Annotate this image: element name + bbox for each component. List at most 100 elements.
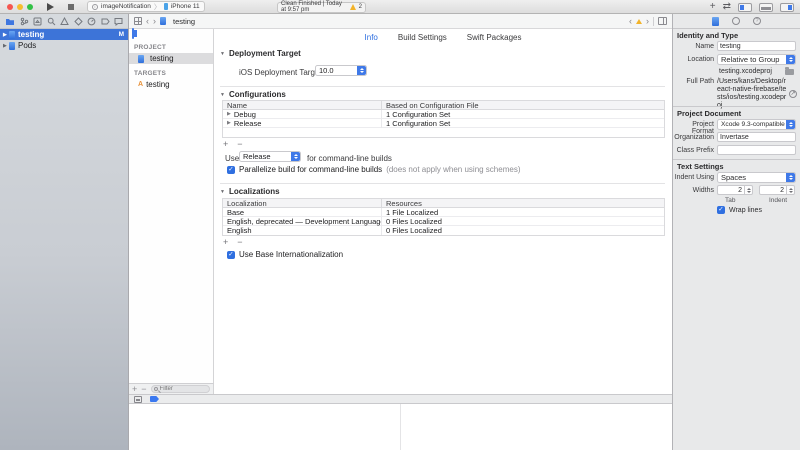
toggle-inspector-button[interactable] bbox=[780, 3, 794, 12]
hide-project-list-icon[interactable] bbox=[132, 28, 134, 39]
wrap-lines-label: Wrap lines bbox=[729, 207, 762, 214]
parallelize-checkbox[interactable]: ✓ bbox=[227, 166, 235, 174]
editor-options-icon[interactable]: ⇄ bbox=[723, 2, 731, 12]
toggle-debug-area-button[interactable] bbox=[759, 3, 773, 12]
zoom-window-button[interactable] bbox=[27, 4, 33, 10]
dropdown-button[interactable] bbox=[357, 66, 366, 75]
collapse-icon[interactable]: ▼ bbox=[220, 51, 225, 57]
localization-resources: 1 File Localized bbox=[381, 208, 664, 217]
filter-field[interactable] bbox=[151, 385, 210, 393]
default-configuration-popup[interactable]: Release bbox=[239, 151, 301, 162]
add-button[interactable]: + bbox=[132, 385, 137, 394]
class-prefix-field[interactable] bbox=[717, 145, 796, 155]
table-row[interactable]: English, deprecated — Development Langua… bbox=[223, 217, 664, 226]
target-item[interactable]: A testing bbox=[129, 79, 213, 90]
organization-field[interactable] bbox=[717, 132, 796, 142]
run-button[interactable] bbox=[47, 3, 54, 11]
jump-bar: ‹ › testing ‹ › bbox=[129, 14, 672, 29]
forward-icon[interactable]: › bbox=[153, 16, 156, 26]
source-control-icon[interactable] bbox=[20, 17, 29, 26]
sidebar-item-testing[interactable]: ▶ testing M bbox=[0, 29, 128, 40]
warning-count[interactable]: 2 bbox=[359, 4, 362, 10]
debug-navigator-icon[interactable] bbox=[87, 17, 96, 26]
prev-issue-icon[interactable]: ‹ bbox=[629, 16, 632, 26]
filter-input[interactable] bbox=[160, 386, 207, 392]
debug-area bbox=[129, 404, 672, 450]
scheme-name[interactable]: imageNotification bbox=[101, 3, 151, 10]
dropdown-button[interactable] bbox=[786, 120, 795, 129]
tab-build-settings[interactable]: Build Settings bbox=[398, 33, 447, 42]
indent-using-value: Spaces bbox=[718, 173, 786, 182]
minimize-window-button[interactable] bbox=[17, 4, 23, 10]
collapse-icon[interactable]: ▼ bbox=[220, 92, 225, 98]
library-button[interactable]: + bbox=[710, 2, 716, 12]
breakpoints-toggle-icon[interactable] bbox=[150, 396, 159, 402]
collapse-icon[interactable]: ▼ bbox=[220, 189, 225, 195]
table-row[interactable]: English 0 Files Localized bbox=[223, 226, 664, 235]
stepper-buttons[interactable] bbox=[787, 185, 795, 195]
project-navigator-icon[interactable] bbox=[5, 17, 15, 26]
tab-width-stepper[interactable]: 2 bbox=[717, 185, 753, 195]
location-popup[interactable]: Relative to Group bbox=[717, 54, 796, 65]
section-deployment-target[interactable]: ▼ Deployment Target bbox=[220, 49, 301, 58]
hide-debug-area-icon[interactable] bbox=[134, 396, 142, 403]
tab-info[interactable]: Info bbox=[365, 33, 378, 42]
folder-icon[interactable] bbox=[785, 69, 794, 75]
table-row[interactable]: ▶ Release 1 Configuration Set bbox=[223, 119, 664, 128]
issue-navigator-icon[interactable] bbox=[60, 17, 69, 26]
add-button[interactable]: + bbox=[223, 237, 228, 247]
section-localizations[interactable]: ▼ Localizations bbox=[220, 187, 280, 196]
modified-badge: M bbox=[119, 31, 124, 38]
stop-button[interactable] bbox=[68, 4, 74, 10]
dropdown-button[interactable] bbox=[786, 55, 795, 64]
remove-button[interactable]: − bbox=[237, 139, 242, 149]
next-issue-icon[interactable]: › bbox=[646, 16, 649, 26]
section-configurations[interactable]: ▼ Configurations bbox=[220, 90, 286, 99]
issue-warning-icon[interactable] bbox=[636, 19, 642, 24]
stepper-buttons[interactable] bbox=[745, 185, 753, 195]
col-resources: Resources bbox=[381, 199, 664, 208]
indent-width-stepper[interactable]: 2 bbox=[759, 185, 795, 195]
tab-swift-packages[interactable]: Swift Packages bbox=[467, 33, 522, 42]
dropdown-button[interactable] bbox=[291, 152, 300, 161]
back-icon[interactable]: ‹ bbox=[146, 16, 149, 26]
remove-button[interactable]: − bbox=[141, 385, 146, 394]
toggle-navigator-button[interactable] bbox=[738, 3, 752, 12]
toolbar: i imageNotification 〉 iPhone 11 Clean Fi… bbox=[0, 0, 800, 14]
identity-section-title: Identity and Type bbox=[677, 31, 738, 40]
chevron-right-icon: 〉 bbox=[154, 2, 161, 12]
jump-bar-file[interactable]: testing bbox=[173, 17, 195, 26]
symbol-navigator-icon[interactable] bbox=[33, 17, 42, 26]
breakpoint-navigator-icon[interactable] bbox=[101, 17, 110, 26]
config-file: 1 Configuration Set bbox=[381, 119, 664, 128]
history-inspector-icon[interactable] bbox=[732, 17, 740, 25]
disclosure-icon[interactable]: ▶ bbox=[227, 120, 231, 126]
quick-help-icon[interactable]: ? bbox=[753, 17, 761, 25]
project-item[interactable]: testing bbox=[129, 53, 213, 64]
open-path-arrow-icon[interactable]: ↗ bbox=[789, 90, 797, 98]
deployment-target-combo[interactable]: 10.0 bbox=[315, 65, 367, 76]
disclosure-icon[interactable]: ▶ bbox=[227, 111, 231, 117]
base-internationalization-checkbox[interactable]: ✓ bbox=[227, 251, 235, 259]
wrap-lines-checkbox[interactable]: ✓ bbox=[717, 206, 725, 214]
add-editor-icon[interactable] bbox=[658, 17, 667, 25]
debug-area-divider[interactable] bbox=[400, 404, 401, 450]
project-format-value: Xcode 9.3-compatible bbox=[718, 121, 786, 128]
warning-icon[interactable] bbox=[350, 4, 356, 10]
scheme-selector[interactable]: i imageNotification 〉 iPhone 11 bbox=[87, 1, 205, 12]
indent-using-popup[interactable]: Spaces bbox=[717, 172, 796, 183]
file-inspector-icon[interactable] bbox=[712, 17, 719, 26]
name-field[interactable] bbox=[717, 41, 796, 51]
project-format-popup[interactable]: Xcode 9.3-compatible bbox=[717, 119, 796, 130]
close-window-button[interactable] bbox=[7, 4, 13, 10]
test-navigator-icon[interactable] bbox=[74, 17, 83, 26]
remove-button[interactable]: − bbox=[237, 237, 242, 247]
related-items-icon[interactable] bbox=[134, 17, 142, 25]
dropdown-button[interactable] bbox=[786, 173, 795, 182]
indent-using-label: Indent Using bbox=[673, 174, 714, 181]
destination-name[interactable]: iPhone 11 bbox=[171, 3, 200, 10]
report-navigator-icon[interactable] bbox=[114, 17, 123, 26]
find-navigator-icon[interactable] bbox=[47, 17, 56, 26]
sidebar-item-pods[interactable]: ▶ Pods bbox=[0, 40, 128, 51]
add-button[interactable]: + bbox=[223, 139, 228, 149]
